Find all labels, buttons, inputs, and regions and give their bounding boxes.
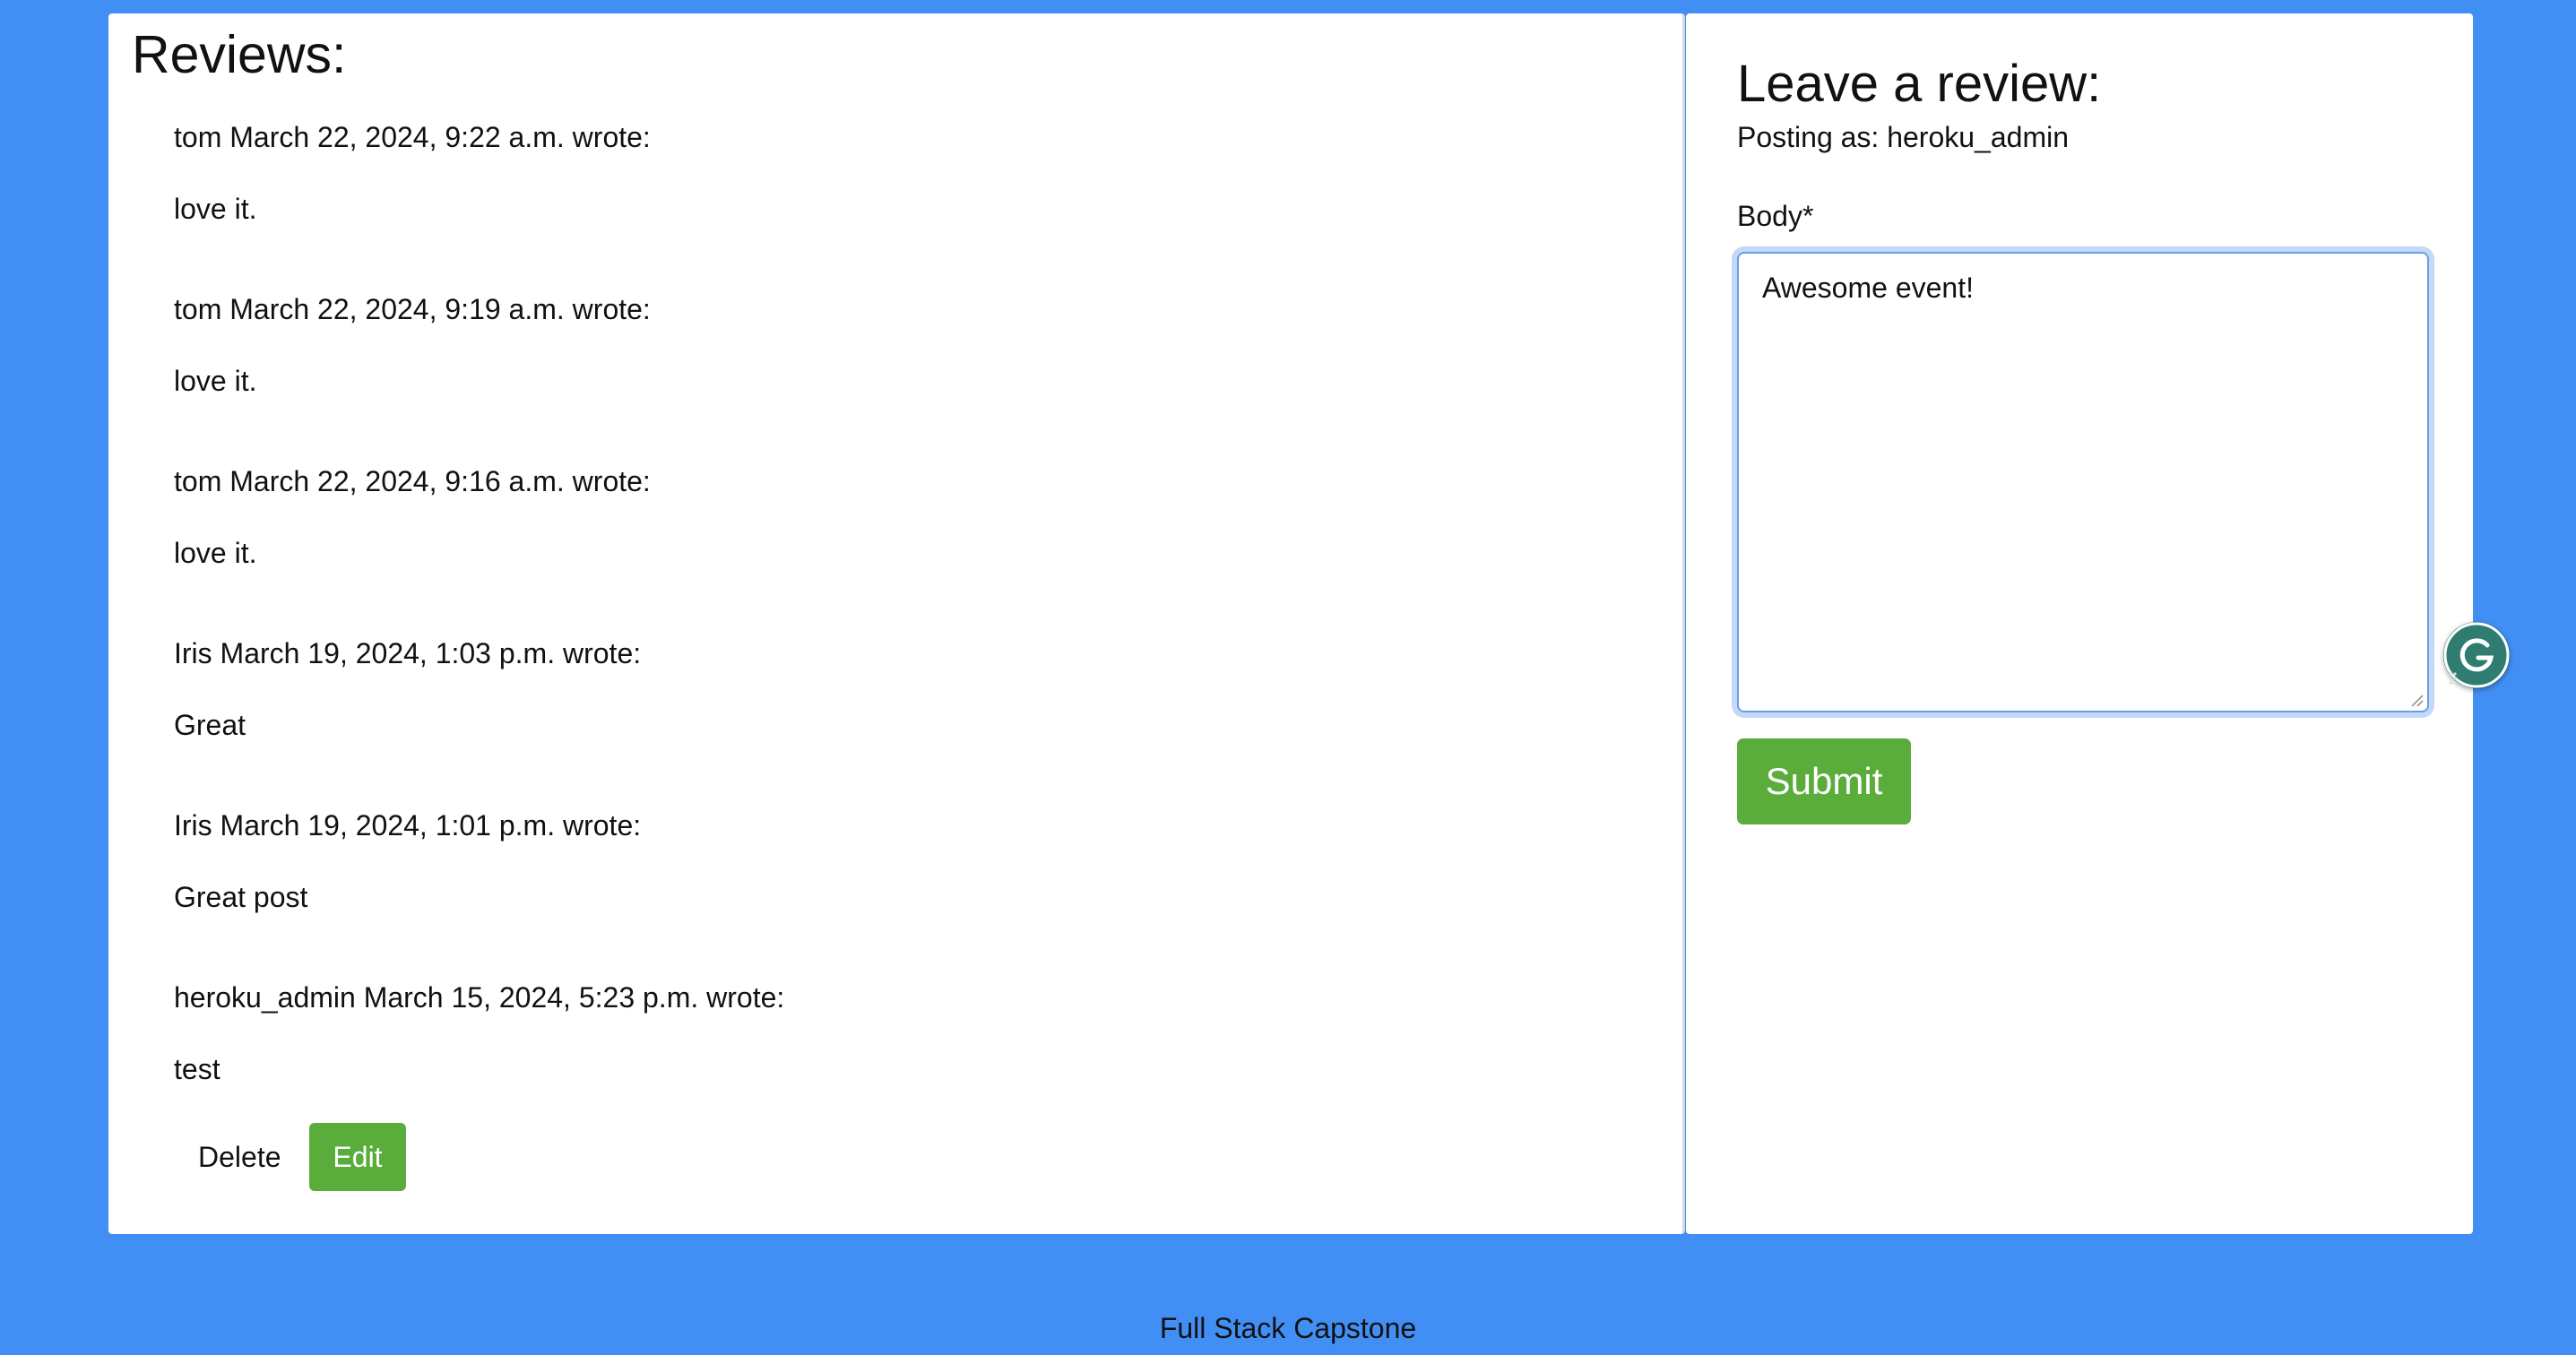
- review-body: Great post: [174, 881, 308, 913]
- review-meta: Iris March 19, 2024, 1:03 p.m. wrote:: [174, 637, 642, 669]
- body-textarea-container: [1737, 252, 2429, 712]
- grammarly-icon[interactable]: [2443, 622, 2510, 688]
- review-body: test: [174, 1053, 220, 1085]
- review-meta: tom March 22, 2024, 9:19 a.m. wrote:: [174, 293, 651, 325]
- body-textarea[interactable]: [1739, 254, 2427, 711]
- form-heading: Leave a review:: [1737, 55, 2102, 113]
- review-meta: heroku_admin March 15, 2024, 5:23 p.m. w…: [174, 981, 785, 1014]
- reviews-heading: Reviews:: [132, 25, 347, 84]
- posting-as-text: Posting as: heroku_admin: [1737, 121, 2069, 153]
- review-meta: Iris March 19, 2024, 1:01 p.m. wrote:: [174, 809, 642, 841]
- review-meta: tom March 22, 2024, 9:16 a.m. wrote:: [174, 465, 651, 497]
- submit-button[interactable]: Submit: [1737, 738, 1911, 824]
- review-body: Great: [174, 709, 246, 741]
- edit-button[interactable]: Edit: [309, 1123, 406, 1191]
- review-form-panel: Leave a review: Posting as: heroku_admin…: [1686, 13, 2473, 1234]
- review-body: love it.: [174, 537, 257, 569]
- review-meta: tom March 22, 2024, 9:22 a.m. wrote:: [174, 121, 651, 153]
- footer-text: Full Stack Capstone: [1159, 1312, 1417, 1344]
- reviews-panel: Reviews: tom March 22, 2024, 9:22 a.m. w…: [108, 13, 1685, 1234]
- body-label: Body*: [1737, 200, 1814, 232]
- resize-handle-icon[interactable]: [2409, 693, 2424, 707]
- delete-button[interactable]: Delete: [174, 1123, 306, 1191]
- review-body: love it.: [174, 193, 257, 225]
- review-body: love it.: [174, 365, 257, 397]
